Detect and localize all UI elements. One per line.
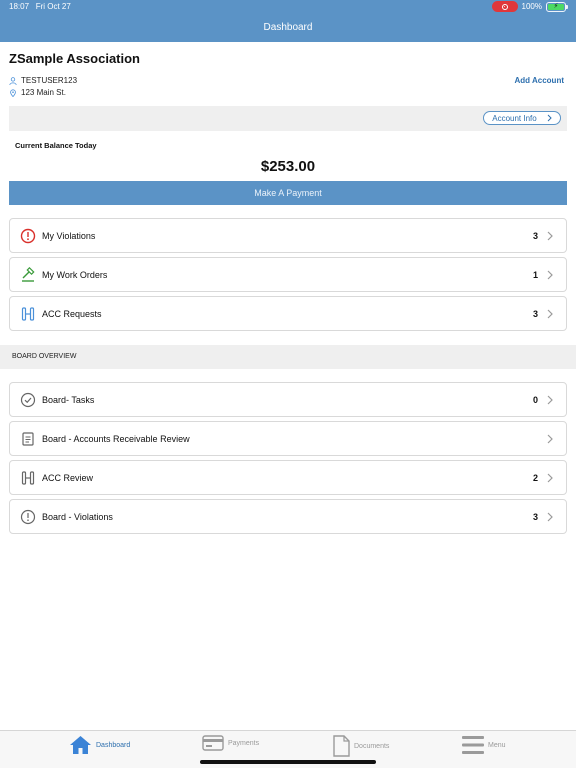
ledger-icon — [20, 431, 36, 447]
row-count: 3 — [532, 308, 538, 319]
chevron-right-icon — [546, 512, 556, 522]
alert-circle-icon — [20, 228, 36, 244]
top-bar: 18:07 Fri Oct 27 100% ⚡ Dashboard — [0, 0, 576, 42]
screen-record-icon — [491, 1, 518, 12]
username: TESTUSER123 — [21, 76, 78, 85]
tab-payments[interactable]: Payments — [202, 735, 259, 751]
account-strip: Account Info — [9, 106, 567, 131]
tab-label: Dashboard — [96, 741, 131, 749]
my-work-orders-row[interactable]: My Work Orders 1 — [9, 257, 567, 292]
tab-label: Payments — [228, 739, 260, 747]
chevron-right-icon — [546, 434, 556, 444]
chevron-right-icon — [546, 270, 556, 280]
battery-percent: 100% — [521, 2, 542, 11]
tab-dashboard[interactable]: Dashboard — [69, 735, 130, 755]
chevron-right-icon — [546, 231, 556, 241]
check-circle-icon — [20, 392, 36, 408]
row-count: 3 — [532, 511, 538, 522]
chevron-right-icon — [546, 309, 556, 319]
status-indicators: 100% ⚡ — [491, 1, 568, 12]
home-icon — [70, 736, 91, 754]
section-title: BOARD OVERVIEW — [12, 353, 77, 360]
association-name: ZSample Association — [9, 51, 140, 66]
gavel-icon — [20, 266, 36, 283]
row-count: 2 — [532, 472, 538, 483]
door-icon — [20, 306, 36, 322]
row-count: 3 — [532, 230, 538, 241]
acc-requests-row[interactable]: ACC Requests 3 — [9, 296, 567, 331]
row-label: ACC Review — [42, 472, 94, 483]
account-info-label: Account Info — [492, 113, 537, 123]
tab-label: Menu — [488, 741, 506, 749]
home-indicator — [200, 760, 376, 764]
user-line: TESTUSER123 — [9, 76, 77, 85]
board-ar-review-row[interactable]: Board - Accounts Receivable Review — [9, 421, 567, 456]
make-payment-button[interactable]: Make A Payment — [9, 181, 567, 205]
acc-review-row[interactable]: ACC Review 2 — [9, 460, 567, 495]
balance-amount: $253.00 — [260, 158, 316, 175]
row-count: 1 — [532, 269, 538, 280]
row-label: My Violations — [42, 230, 96, 241]
card-icon — [202, 735, 224, 751]
row-label: Board - Accounts Receivable Review — [42, 433, 190, 444]
battery-icon: ⚡ — [546, 1, 568, 12]
document-icon — [333, 735, 350, 757]
board-tasks-row[interactable]: Board- Tasks 0 — [9, 382, 567, 417]
location-pin-icon — [10, 88, 16, 97]
row-label: Board - Violations — [42, 511, 113, 522]
address: 123 Main St. — [21, 88, 66, 97]
account-info-button[interactable]: Account Info — [483, 111, 561, 125]
status-time: 18:07 Fri Oct 27 — [9, 2, 71, 11]
my-violations-row[interactable]: My Violations 3 — [9, 218, 567, 253]
balance-label: Current Balance Today — [15, 141, 97, 150]
tab-documents[interactable]: Documents — [333, 735, 389, 757]
chevron-right-icon — [546, 395, 556, 405]
menu-icon — [462, 736, 484, 754]
address-line: 123 Main St. — [9, 88, 66, 97]
door-icon — [20, 470, 36, 486]
add-account-link[interactable]: Add Account — [515, 76, 564, 85]
tab-menu[interactable]: Menu — [462, 735, 506, 755]
board-violations-row[interactable]: Board - Violations 3 — [9, 499, 567, 534]
board-overview-header: BOARD OVERVIEW — [0, 345, 576, 369]
row-label: Board- Tasks — [42, 394, 95, 405]
row-label: My Work Orders — [42, 269, 108, 280]
row-label: ACC Requests — [42, 308, 102, 319]
alert-circle-icon — [20, 509, 36, 525]
chevron-right-icon — [546, 473, 556, 483]
row-count: 0 — [532, 394, 538, 405]
user-icon — [9, 76, 17, 85]
tab-label: Documents — [354, 742, 390, 750]
page-title: Dashboard — [263, 22, 313, 33]
chevron-right-icon — [547, 114, 552, 122]
